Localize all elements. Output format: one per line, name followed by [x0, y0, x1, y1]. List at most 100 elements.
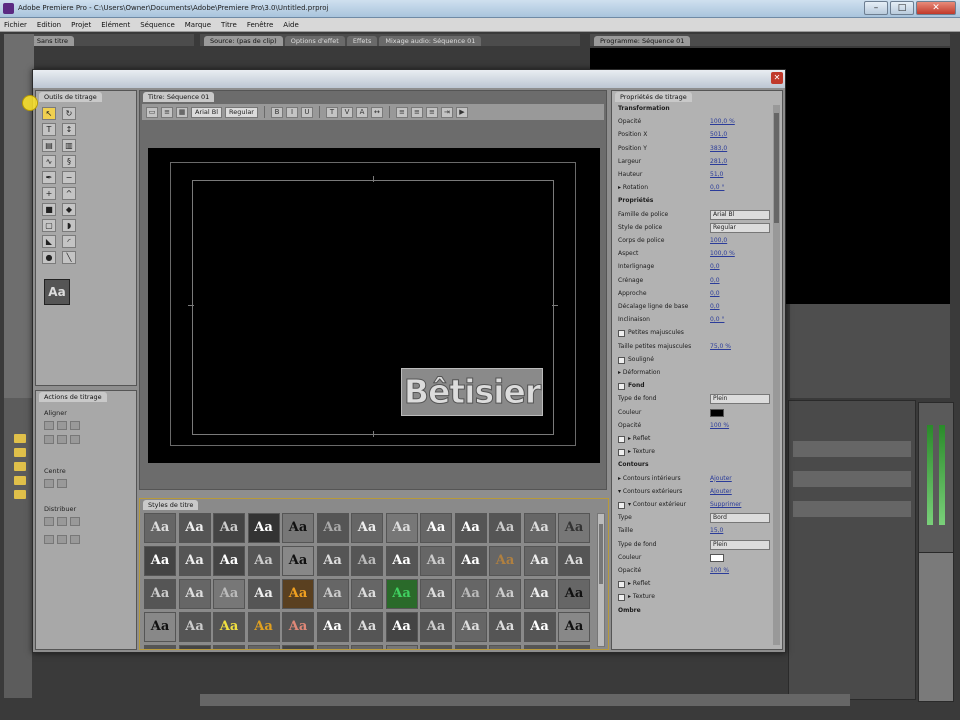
property-value[interactable]: 15,0 [710, 527, 723, 534]
color-swatch[interactable] [710, 553, 724, 562]
style-swatch[interactable]: Aa [316, 546, 349, 576]
property-value[interactable]: Ajouter [710, 488, 732, 495]
wedge-tool-icon[interactable]: ◣ [42, 235, 56, 248]
window-close-button[interactable]: ✕ [916, 1, 956, 15]
vertical-path-type-tool-icon[interactable]: § [62, 155, 76, 168]
timeline-track[interactable] [793, 441, 911, 457]
align-right-icon[interactable] [70, 421, 80, 430]
style-swatch[interactable]: Aa [351, 612, 383, 642]
tab-audio-mixer[interactable]: Mixage audio: Séquence 01 [379, 36, 482, 46]
style-swatch[interactable]: Aa [385, 612, 418, 642]
center-horizontal-icon[interactable] [44, 479, 54, 488]
type-tool-icon[interactable]: T [42, 123, 56, 136]
property-value[interactable]: 100,0 % [710, 118, 735, 125]
property-dropdown[interactable]: Bord [710, 513, 770, 524]
style-swatch[interactable]: Aa [178, 546, 211, 576]
style-swatch[interactable]: Aa [316, 612, 349, 642]
templates-icon[interactable]: ▦ [176, 106, 188, 118]
style-swatch[interactable]: Aa [282, 579, 314, 609]
property-value[interactable]: 100,0 [710, 237, 727, 244]
align-center-text-icon[interactable]: ≡ [410, 106, 423, 118]
style-swatch[interactable]: Aa [489, 513, 521, 543]
style-swatch[interactable]: Aa [523, 513, 556, 543]
rounded-corner-tool-icon[interactable]: ◗ [62, 219, 76, 232]
folder-icon[interactable] [14, 490, 26, 499]
style-swatch[interactable]: Aa [558, 645, 590, 649]
property-value[interactable]: 383,0 [710, 145, 727, 152]
menu-sequence[interactable]: Séquence [140, 21, 175, 29]
style-swatch[interactable]: Aa [213, 645, 245, 649]
style-swatch[interactable]: Aa [558, 579, 590, 609]
menu-fichier[interactable]: Fichier [4, 21, 27, 29]
show-video-icon[interactable]: ▶ [455, 106, 468, 118]
menu-element[interactable]: Elément [101, 21, 130, 29]
rotation-tool-icon[interactable]: ↻ [62, 107, 76, 120]
property-checkbox[interactable] [618, 330, 625, 338]
style-swatch[interactable]: Aa [247, 612, 280, 642]
property-dropdown[interactable]: Plein [710, 394, 770, 405]
property-checkbox[interactable] [618, 436, 625, 443]
timeline-track[interactable] [793, 501, 911, 517]
distribute-top-icon[interactable] [44, 535, 54, 544]
property-value[interactable]: 100 % [710, 567, 729, 574]
tracking-icon[interactable]: ↔ [370, 106, 383, 118]
property-value[interactable]: 51,0 [710, 171, 723, 178]
align-left-icon[interactable] [44, 421, 54, 430]
tab-effect-controls[interactable]: Options d'effet [284, 36, 345, 46]
style-swatch[interactable]: Aa [454, 612, 487, 642]
property-checkbox[interactable] [618, 449, 625, 457]
selection-tool-icon[interactable]: ↖ [42, 107, 56, 120]
tab-stops-icon[interactable]: ⇥ [440, 106, 453, 118]
rounded-rectangle-tool-icon[interactable]: ▢ [42, 219, 56, 232]
style-swatch[interactable]: Aa [420, 612, 452, 642]
property-value[interactable]: 281,0 [710, 158, 727, 165]
style-swatch[interactable]: Aa [489, 612, 521, 642]
property-value[interactable]: 0,0 [710, 303, 720, 310]
scroll-thumb[interactable] [774, 113, 779, 223]
style-swatch[interactable]: Aa [351, 645, 383, 649]
style-swatch[interactable]: Aa [247, 645, 280, 649]
font-family-select[interactable]: Arial Bl [191, 106, 223, 118]
tab-effects[interactable]: Effets [346, 36, 378, 46]
style-swatch[interactable]: Aa [420, 546, 452, 576]
style-swatch[interactable]: Aa [523, 612, 556, 642]
style-swatch[interactable]: Aa [144, 513, 176, 543]
style-swatch[interactable]: Aa [178, 645, 211, 649]
scroll-thumb[interactable] [599, 524, 603, 584]
styles-scrollbar[interactable] [597, 513, 605, 647]
style-swatch[interactable]: Aa [489, 546, 521, 576]
property-value[interactable]: 0,0 [710, 263, 720, 270]
property-dropdown[interactable]: Plein [710, 539, 770, 550]
timeline-scrollbar[interactable] [200, 694, 850, 706]
property-value[interactable]: 75,0 % [710, 343, 731, 350]
style-swatch[interactable]: Aa [316, 513, 349, 543]
style-swatch[interactable]: Aa [420, 513, 452, 543]
style-swatch[interactable]: Aa [178, 579, 211, 609]
kerning-icon[interactable]: V [340, 106, 353, 118]
style-swatch[interactable]: Aa [523, 645, 556, 649]
style-swatch[interactable]: Aa [282, 645, 314, 649]
align-center-icon[interactable] [57, 421, 67, 430]
style-swatch[interactable]: Aa [385, 546, 418, 576]
align-left-text-icon[interactable]: ≡ [395, 106, 408, 118]
path-type-tool-icon[interactable]: ∿ [42, 155, 56, 168]
folder-icon[interactable] [14, 434, 26, 443]
style-swatch[interactable]: Aa [144, 645, 176, 649]
folder-icon[interactable] [14, 476, 26, 485]
distribute-center-icon[interactable] [57, 517, 67, 526]
leading-icon[interactable]: A [355, 106, 368, 118]
folder-icon[interactable] [14, 462, 26, 471]
style-swatch[interactable]: Aa [247, 579, 280, 609]
font-style-select[interactable]: Regular [225, 106, 258, 118]
style-swatch[interactable]: Aa [351, 546, 383, 576]
distribute-left-icon[interactable] [44, 517, 54, 526]
color-swatch[interactable] [710, 408, 724, 417]
style-swatch[interactable]: Aa [144, 612, 176, 642]
style-swatch[interactable]: Aa [213, 513, 245, 543]
style-swatch[interactable]: Aa [316, 579, 349, 609]
style-swatch[interactable]: Aa [385, 513, 418, 543]
rectangle-tool-icon[interactable]: ■ [42, 203, 56, 216]
add-anchor-tool-icon[interactable]: + [42, 187, 56, 200]
style-swatch[interactable]: Aa [489, 579, 521, 609]
style-swatch[interactable]: Aa [144, 579, 176, 609]
